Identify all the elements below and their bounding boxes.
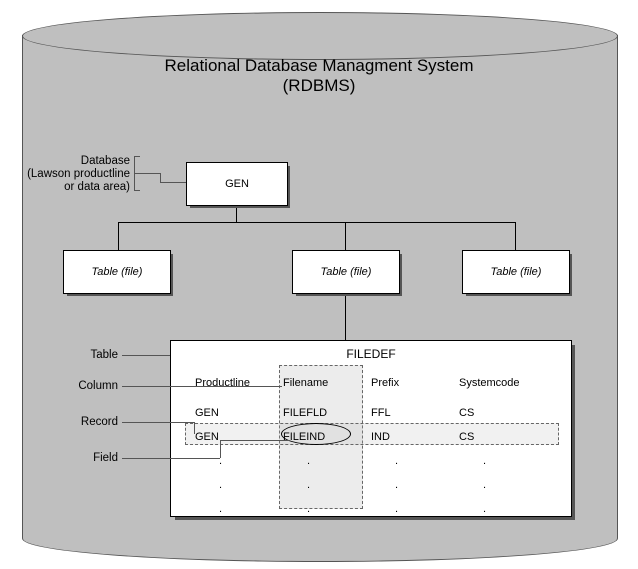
cylinder-top	[22, 12, 618, 60]
label-database-sub2: or data area)	[12, 181, 130, 193]
dot: .	[283, 455, 371, 467]
cell: FILEFLD	[283, 407, 371, 419]
dot: .	[371, 479, 459, 491]
col-header-1: Filename	[283, 377, 371, 389]
table-header-row: Productline Filename Prefix Systemcode	[195, 371, 547, 395]
col-header-0: Productline	[195, 377, 283, 389]
cell: FFL	[371, 407, 459, 419]
child-box-1: Table (file)	[292, 250, 400, 294]
child-box-0: Table (file)	[63, 250, 171, 294]
dot: .	[371, 455, 459, 467]
table-row: GEN FILEFLD FFL CS	[195, 401, 547, 425]
cell: CS	[459, 407, 547, 419]
cell: FILEIND	[283, 431, 371, 443]
dot: .	[283, 479, 371, 491]
filedef-panel: FILEDEF Productline Filename Prefix Syst…	[170, 340, 572, 517]
dot: .	[459, 479, 547, 491]
cell: IND	[371, 431, 459, 443]
cell: GEN	[195, 431, 283, 443]
title-line-2: (RDBMS)	[0, 76, 638, 96]
child-box-0-label: Table (file)	[92, 266, 143, 278]
label-record: Record	[48, 416, 118, 428]
dot: .	[459, 503, 547, 515]
table-row-dots: . . . .	[195, 449, 547, 473]
cell: CS	[459, 431, 547, 443]
label-table: Table	[48, 349, 118, 361]
child-box-2: Table (file)	[462, 250, 570, 294]
dot: .	[459, 455, 547, 467]
dot: .	[195, 479, 283, 491]
root-box: GEN	[186, 162, 288, 206]
label-database-sub1: (Lawson productline	[12, 168, 130, 180]
title-line-1: Relational Database Managment System	[0, 56, 638, 76]
table-row-dots: . . . .	[195, 473, 547, 497]
label-column: Column	[48, 380, 118, 392]
dot: .	[371, 503, 459, 515]
cell: GEN	[195, 407, 283, 419]
filedef-title: FILEDEF	[171, 347, 571, 361]
col-header-2: Prefix	[371, 377, 459, 389]
diagram-canvas: Relational Database Managment System (RD…	[0, 0, 638, 569]
dot: .	[195, 455, 283, 467]
table-row: GEN FILEIND IND CS	[195, 425, 547, 449]
child-box-1-label: Table (file)	[321, 266, 372, 278]
child-box-2-label: Table (file)	[491, 266, 542, 278]
dot: .	[195, 503, 283, 515]
dot: .	[283, 503, 371, 515]
col-header-3: Systemcode	[459, 377, 547, 389]
label-database: Database	[12, 155, 130, 167]
table-row-dots: . . . .	[195, 497, 547, 521]
label-field: Field	[48, 452, 118, 464]
root-box-label: GEN	[225, 178, 249, 190]
